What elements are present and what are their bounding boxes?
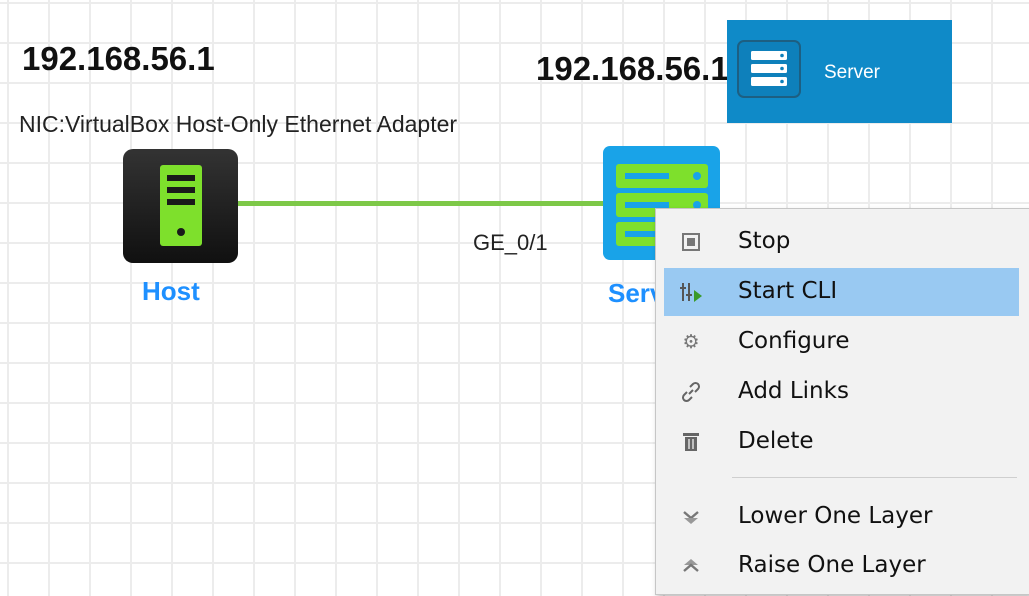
trash-icon [678,429,704,455]
link-port-label: GE_0/1 [473,230,548,255]
context-menu: Stop Start CLI ⚙ Configure Add Links Del… [655,208,1029,595]
gear-icon: ⚙ [682,331,700,353]
raise-layer-icon [678,553,704,579]
menu-item-label: Add Links [738,378,849,404]
menu-item-stop[interactable]: Stop [664,218,1019,266]
menu-item-label: Start CLI [738,278,838,304]
host-label: Host [142,276,200,306]
server-ip-label: 192.168.56.1 [536,50,729,87]
stop-icon [678,229,704,255]
menu-item-configure[interactable]: ⚙ Configure [664,318,1019,366]
lower-layer-icon [678,504,704,530]
host-nic-label: NIC:VirtualBox Host-Only Ethernet Adapte… [19,111,458,137]
server-icon [737,40,801,98]
cli-icon [678,279,704,305]
host-ip-label: 192.168.56.1 [22,40,215,77]
menu-item-lower-one-layer[interactable]: Lower One Layer [664,493,1019,541]
menu-item-label: Raise One Layer [738,552,926,578]
menu-item-start-cli[interactable]: Start CLI [664,268,1019,316]
menu-item-raise-one-layer[interactable]: Raise One Layer [664,542,1019,590]
menu-separator [732,477,1017,478]
menu-item-label: Stop [738,228,791,254]
menu-item-label: Configure [738,328,850,354]
link-line[interactable] [232,201,612,206]
menu-item-delete[interactable]: Delete [664,418,1019,466]
link-icon [678,379,704,405]
tooltip-text: Server [824,62,880,83]
menu-item-add-links[interactable]: Add Links [664,368,1019,416]
menu-item-label: Delete [738,428,814,454]
menu-item-label: Lower One Layer [738,503,933,529]
device-tooltip: Server [727,20,952,123]
host-icon[interactable] [123,149,238,263]
